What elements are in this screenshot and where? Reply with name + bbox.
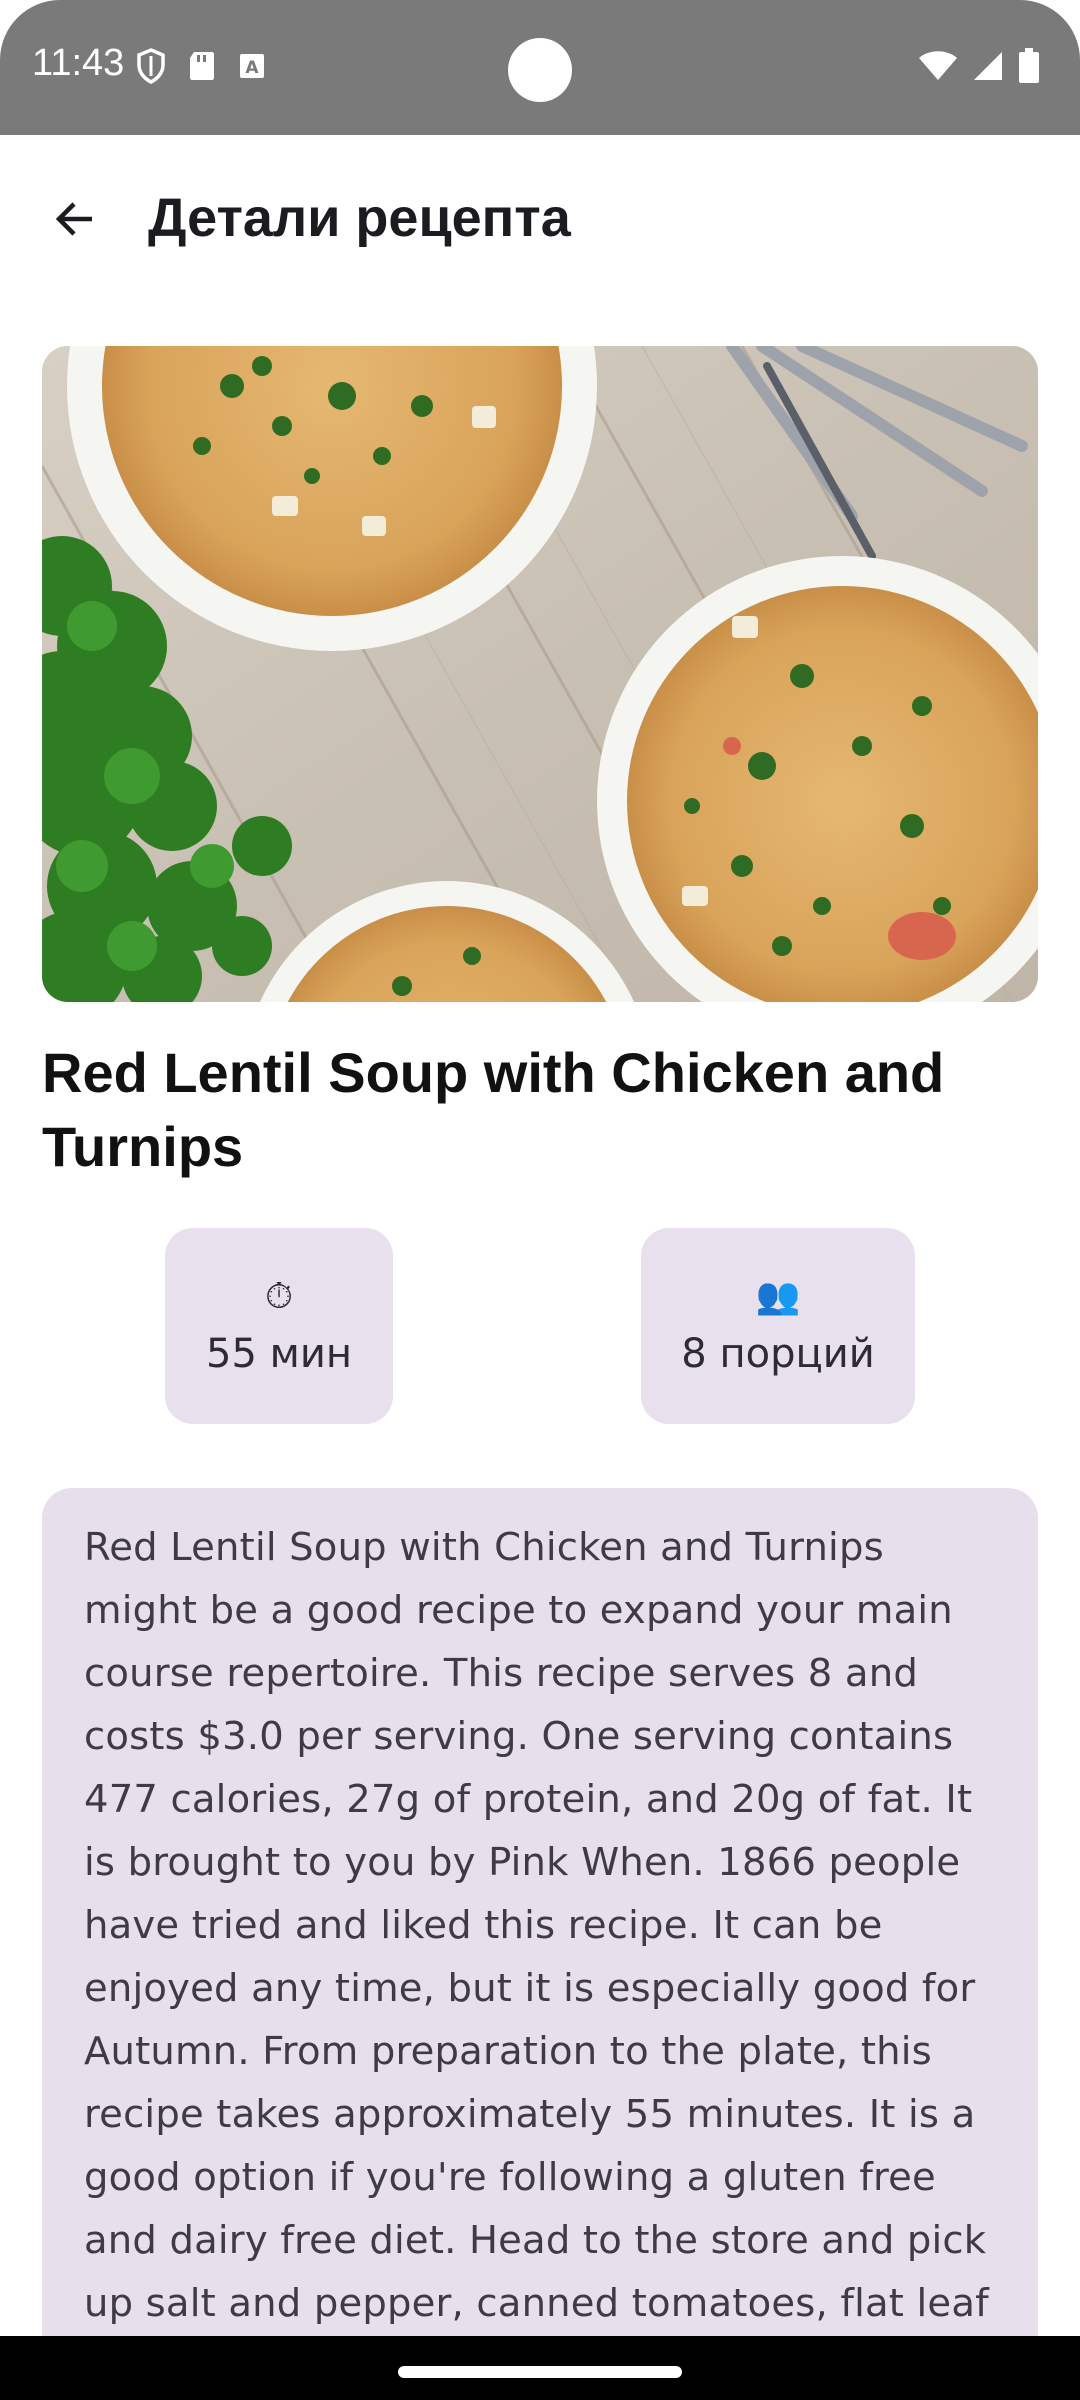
recipe-title: Red Lentil Soup with Chicken and Turnips	[42, 1041, 945, 1178]
recipe-details-screen: 11:43 A Детали рецепта Red Lentil Soup w…	[0, 0, 1080, 2400]
signal-icon	[972, 50, 1004, 86]
description-card: Red Lentil Soup with Chicken and Turnips…	[42, 1488, 1038, 2388]
cook-time-chip: ⏱ 55 мин	[165, 1228, 393, 1424]
wifi-icon	[918, 50, 958, 86]
sd-card-icon	[188, 50, 216, 86]
cook-time-label: 55 мин	[206, 1331, 352, 1377]
recipe-image	[42, 346, 1038, 1002]
status-icons-left: A	[136, 48, 266, 88]
shield-icon	[136, 48, 166, 88]
status-icons-right	[918, 48, 1040, 88]
system-nav-bar	[0, 2336, 1080, 2400]
servings-label: 8 порций	[681, 1331, 875, 1377]
status-bar: 11:43 A	[0, 0, 1080, 135]
app-bar: Детали рецепта	[0, 135, 1080, 305]
back-button[interactable]	[36, 183, 112, 259]
recipe-description: Red Lentil Soup with Chicken and Turnips…	[84, 1525, 989, 2326]
servings-chip: 👥 8 порций	[641, 1228, 915, 1424]
status-time: 11:43	[32, 42, 125, 84]
stopwatch-icon: ⏱	[264, 1276, 294, 1317]
text-input-icon: A	[238, 52, 266, 84]
svg-text:A: A	[245, 58, 259, 78]
page-title: Детали рецепта	[148, 188, 571, 248]
arrow-back-icon	[50, 195, 98, 247]
battery-icon	[1018, 48, 1040, 88]
people-icon: 👥	[755, 1276, 801, 1317]
front-camera	[508, 38, 572, 102]
home-gesture-handle[interactable]	[398, 2366, 682, 2378]
